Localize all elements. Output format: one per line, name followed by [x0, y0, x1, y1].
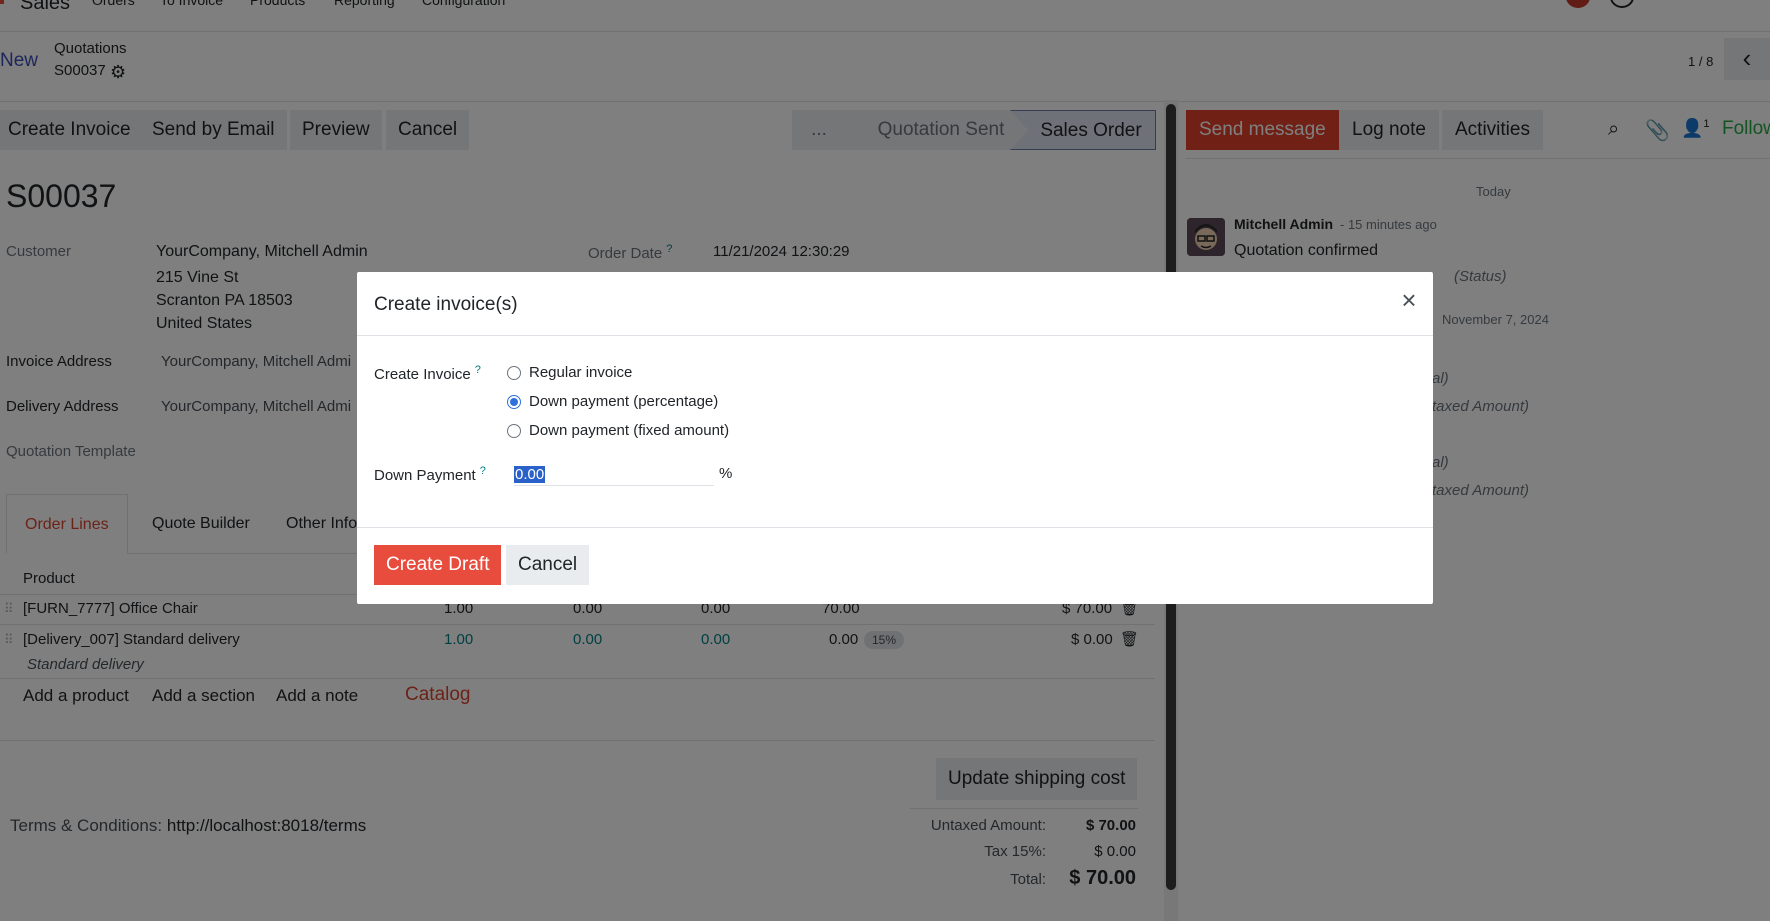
radio-label-regular[interactable]: Regular invoice	[529, 364, 632, 381]
help-icon: ?	[474, 364, 481, 376]
create-invoice-label: Create Invoice?	[374, 364, 481, 383]
close-icon[interactable]: ×	[1397, 287, 1421, 313]
help-icon: ?	[479, 465, 486, 477]
down-payment-value[interactable]: 0.00	[514, 466, 546, 483]
radio-regular-invoice[interactable]	[507, 366, 521, 380]
radio-down-payment-percentage[interactable]	[507, 395, 521, 409]
create-draft-button[interactable]: Create Draft	[374, 545, 502, 585]
create-invoice-dialog: Create invoice(s) × Create Invoice? Regu…	[357, 272, 1433, 604]
down-payment-input[interactable]: 0.00	[514, 464, 714, 486]
percent-unit: %	[719, 465, 733, 482]
divider	[357, 527, 1433, 528]
down-payment-label: Down Payment?	[374, 465, 486, 484]
dialog-cancel-button[interactable]: Cancel	[506, 545, 590, 585]
dialog-title: Create invoice(s)	[374, 294, 518, 315]
radio-down-payment-fixed[interactable]	[507, 424, 521, 438]
radio-label-percentage[interactable]: Down payment (percentage)	[529, 393, 718, 410]
divider	[357, 335, 1433, 336]
radio-label-fixed[interactable]: Down payment (fixed amount)	[529, 422, 729, 439]
